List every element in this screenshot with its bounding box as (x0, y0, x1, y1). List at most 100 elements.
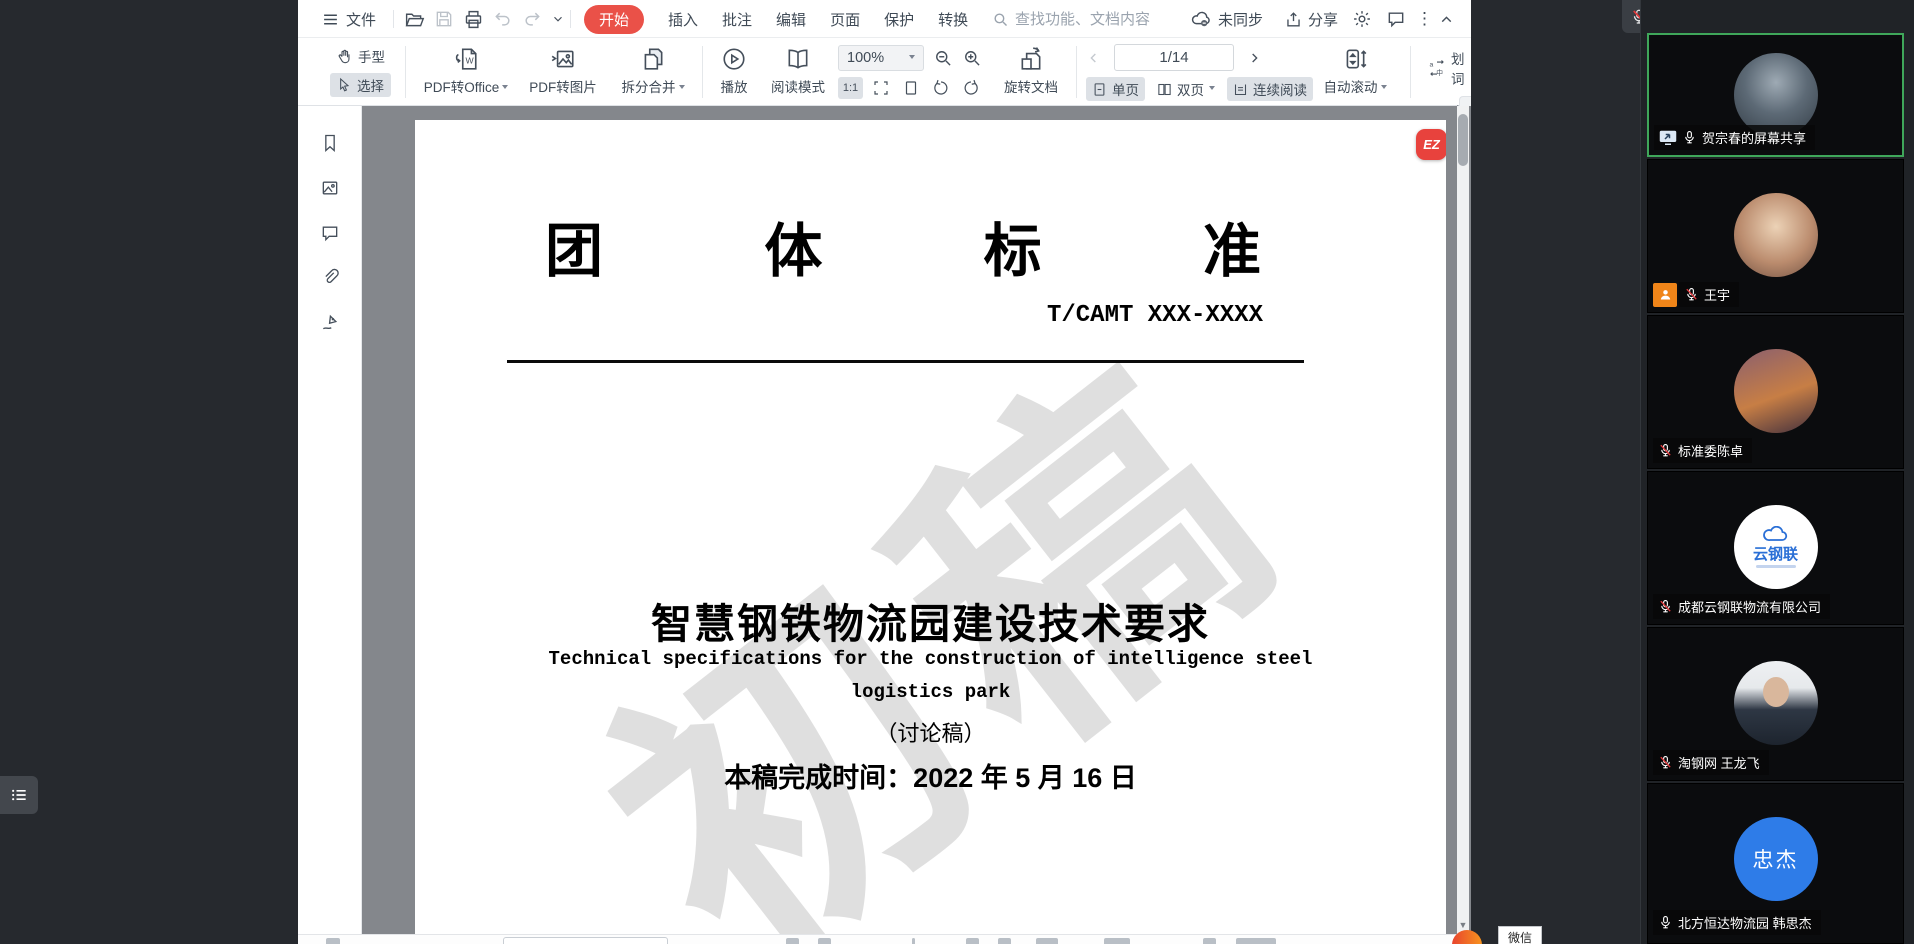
search-icon (992, 11, 1009, 28)
zoom-out-icon[interactable] (933, 48, 953, 68)
draft-watermark: 初稿 (500, 231, 1362, 934)
print-icon[interactable] (463, 9, 484, 30)
split-merge-button[interactable]: 拆分合并 (610, 41, 696, 101)
book-icon (785, 46, 811, 72)
read-mode-button[interactable]: 阅读模式 (760, 41, 836, 101)
tab-page[interactable]: 页面 (830, 9, 860, 30)
sync-status[interactable]: 未同步 (1190, 0, 1263, 38)
statusbar-note-input[interactable] (503, 937, 668, 944)
pdf-brand-badge[interactable]: EZ (1416, 129, 1446, 160)
single-page-button[interactable]: 单页 (1086, 77, 1145, 101)
tab-protect[interactable]: 保护 (884, 9, 914, 30)
tab-edit[interactable]: 编辑 (776, 9, 806, 30)
word-translate-button[interactable]: a中 划词 (1422, 46, 1471, 90)
participant-tile[interactable]: 王宇 (1647, 159, 1904, 313)
fit-width-button[interactable] (868, 77, 893, 99)
search-box[interactable] (992, 0, 1165, 38)
vertical-scrollbar[interactable]: ▼ (1457, 106, 1469, 934)
document-page[interactable]: 初稿 团 体 标 准 T/CAMT XXX-XXXX 智慧钢铁物流园建设技术要求… (415, 120, 1446, 934)
double-page-button[interactable]: 双页 (1151, 77, 1221, 101)
english-subtitle-line1: Technical specifications for the constru… (415, 648, 1446, 670)
draft-note: （讨论稿） (415, 716, 1446, 748)
next-page-icon[interactable] (1246, 50, 1262, 66)
share-button[interactable]: 分享 (1284, 0, 1338, 38)
statusbar-icon[interactable] (966, 938, 979, 944)
cursor-icon (336, 77, 352, 93)
statusbar-icon[interactable] (818, 938, 831, 944)
file-menu[interactable]: 文件 (322, 0, 376, 38)
signature-panel-icon[interactable] (319, 311, 341, 333)
participant-namebar: 标准委陈卓 (1653, 438, 1752, 463)
undo-icon[interactable] (493, 9, 513, 29)
collapse-ribbon-icon[interactable] (1438, 11, 1455, 28)
read-mode-label: 阅读模式 (771, 76, 825, 96)
select-tool-button[interactable]: 选择 (330, 73, 391, 97)
double-page-icon (1157, 82, 1172, 97)
play-button[interactable]: 播放 (706, 41, 762, 101)
feedback-comment-icon[interactable] (1386, 9, 1406, 29)
page-indicator-input[interactable] (1114, 44, 1234, 71)
zoom-in-icon[interactable] (962, 48, 982, 68)
rotate-ccw-icon[interactable] (928, 77, 953, 99)
participant-tile[interactable]: 淘钢网 王龙飞 (1647, 627, 1904, 781)
search-input[interactable] (1015, 11, 1165, 28)
tab-annotate[interactable]: 批注 (722, 9, 752, 30)
tab-home[interactable]: 开始 (584, 5, 644, 34)
dropdown-caret-icon (1381, 85, 1387, 92)
hand-tool-button[interactable]: 手型 (330, 44, 391, 68)
participant-name: 王宇 (1704, 285, 1730, 304)
statusbar-zoom-slider[interactable] (1104, 938, 1130, 944)
participant-namebar: 王宇 (1653, 282, 1739, 307)
quick-access-dropdown-icon[interactable] (551, 12, 565, 26)
dropdown-caret-icon (909, 55, 915, 62)
pdf-to-image-button[interactable]: PDF转图片 (520, 41, 606, 101)
bookmarks-panel-icon[interactable] (319, 132, 341, 154)
settings-gear-icon[interactable] (1352, 9, 1372, 29)
participant-tile[interactable]: 标准委陈卓 (1647, 315, 1904, 469)
participant-tile[interactable]: 忠杰 北方恒达物流园 韩思杰 (1647, 783, 1904, 944)
tab-insert[interactable]: 插入 (668, 9, 698, 30)
pdf-to-office-label: PDF转Office (424, 76, 500, 96)
more-menu-icon[interactable]: ⋮ (1416, 9, 1433, 29)
prev-page-icon[interactable] (1086, 50, 1102, 66)
hand-icon (336, 48, 353, 65)
double-page-label: 双页 (1177, 79, 1204, 99)
statusbar-icon[interactable] (1036, 938, 1058, 944)
svg-text:a: a (1430, 62, 1434, 69)
scroll-down-icon[interactable]: ▼ (1457, 920, 1469, 930)
fit-page-button[interactable] (898, 77, 923, 99)
cloud-logo-icon (1763, 526, 1789, 542)
avatar-initials-text: 忠杰 (1753, 844, 1799, 874)
redo-icon[interactable] (522, 9, 542, 29)
participant-namebar: 贺宗春的屏幕共享 (1654, 125, 1815, 150)
screen-share-icon (1659, 130, 1677, 145)
continuous-reading-button[interactable]: 连续阅读 (1227, 77, 1313, 101)
auto-scroll-icon (1342, 46, 1368, 72)
zoom-level-dropdown[interactable]: 100% (838, 45, 924, 71)
pdf-to-office-button[interactable]: W PDF转Office (416, 41, 516, 101)
statusbar-icon[interactable] (1203, 938, 1216, 944)
auto-scroll-button[interactable]: 自动滚动 (1312, 41, 1398, 101)
participant-tile[interactable]: 云钢联 成都云钢联物流有限公司 (1647, 471, 1904, 625)
thumbnails-panel-icon[interactable] (319, 177, 341, 199)
pdf-to-image-icon (550, 46, 576, 72)
scrollbar-thumb[interactable] (1458, 114, 1468, 166)
tab-convert[interactable]: 转换 (938, 9, 968, 30)
statusbar-icon[interactable] (998, 938, 1011, 944)
outline-toggle-button[interactable] (0, 776, 38, 814)
wechat-tooltip: 微信 (1498, 926, 1542, 944)
rotate-document-button[interactable]: 旋转文档 (992, 41, 1070, 101)
rotate-cw-icon[interactable] (958, 77, 983, 99)
statusbar-icon[interactable] (326, 938, 340, 944)
comments-panel-icon[interactable] (319, 222, 341, 244)
participant-tile[interactable]: 贺宗春的屏幕共享 (1647, 33, 1904, 157)
statusbar-icon[interactable] (1236, 938, 1276, 944)
company-logo-text: 云钢联 (1753, 543, 1798, 564)
attachments-panel-icon[interactable] (319, 266, 341, 288)
statusbar-icon[interactable] (786, 938, 799, 944)
mic-on-icon (1658, 915, 1673, 930)
title-rule (507, 360, 1304, 363)
save-icon[interactable] (434, 9, 454, 29)
actual-size-button[interactable]: 1:1 (838, 77, 863, 99)
open-file-icon[interactable] (404, 9, 425, 30)
